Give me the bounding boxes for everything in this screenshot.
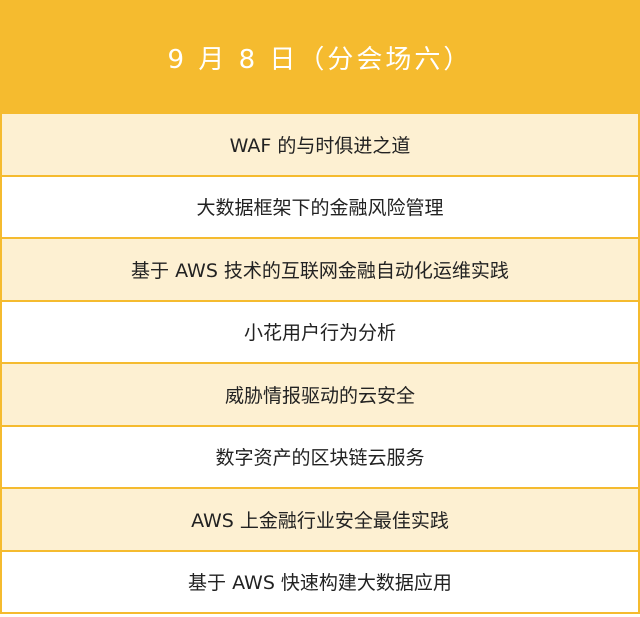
session-title: 威胁情报驱动的云安全	[224, 384, 415, 407]
session-row-5: 威胁情报驱动的云安全	[0, 364, 640, 427]
schedule-header: 9 月 8 日（分会场六）	[0, 0, 640, 114]
session-row-7: AWS 上金融行业安全最佳实践	[0, 489, 640, 552]
session-schedule-table: 9 月 8 日（分会场六） WAF 的与时俱进之道 大数据框架下的金融风险管理 …	[0, 0, 640, 617]
session-row-3: 基于 AWS 技术的互联网金融自动化运维实践	[0, 239, 640, 302]
schedule-title: 9 月 8 日（分会场六）	[167, 44, 473, 75]
session-title: AWS 上金融行业安全最佳实践	[191, 509, 449, 532]
session-list: WAF 的与时俱进之道 大数据框架下的金融风险管理 基于 AWS 技术的互联网金…	[0, 114, 640, 614]
session-title: 大数据框架下的金融风险管理	[196, 197, 444, 220]
session-row-8: 基于 AWS 快速构建大数据应用	[0, 551, 640, 614]
session-title: WAF 的与时俱进之道	[229, 134, 411, 157]
session-row-2: 大数据框架下的金融风险管理	[0, 176, 640, 239]
session-row-4: 小花用户行为分析	[0, 301, 640, 364]
session-row-6: 数字资产的区块链云服务	[0, 426, 640, 489]
session-title: 数字资产的区块链云服务	[215, 447, 425, 470]
session-title: 基于 AWS 快速构建大数据应用	[188, 572, 452, 595]
session-row-1: WAF 的与时俱进之道	[0, 114, 640, 177]
session-title: 小花用户行为分析	[243, 322, 396, 345]
session-title: 基于 AWS 技术的互联网金融自动化运维实践	[131, 259, 509, 282]
